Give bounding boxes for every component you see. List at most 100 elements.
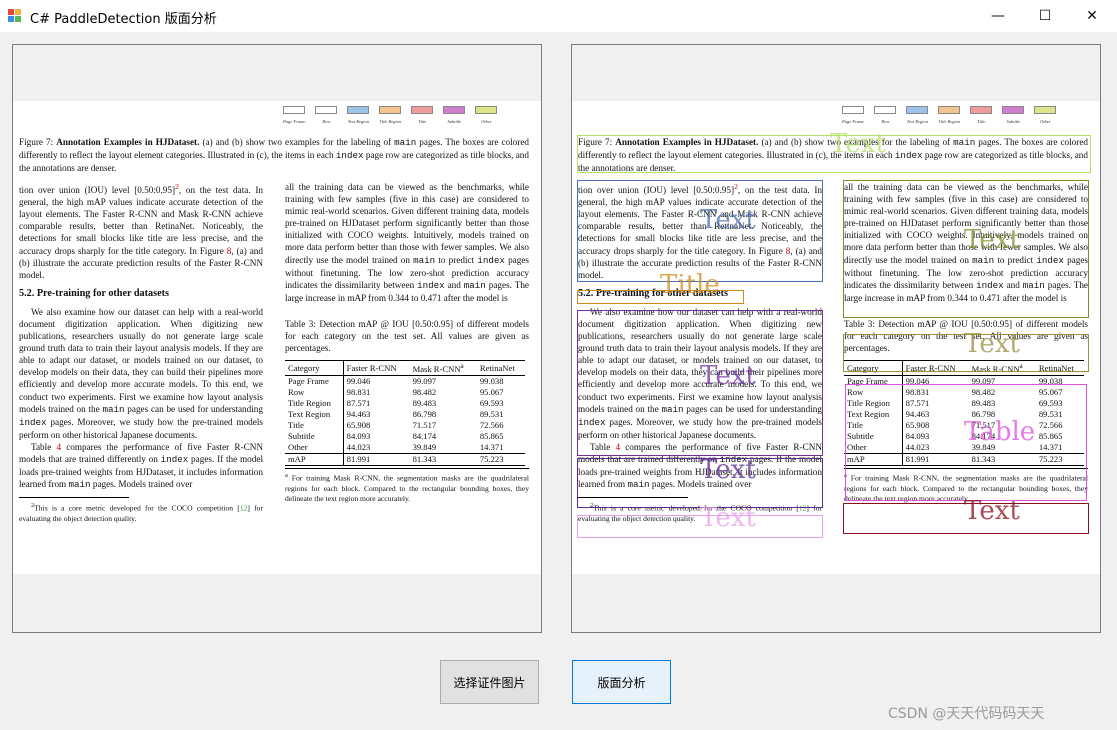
table-row: Subtitle 84.093 84.174 85.865 <box>285 431 525 443</box>
table-row: Text Region 94.463 86.798 89.531 <box>285 409 525 421</box>
legend-item: Other <box>475 106 498 128</box>
legend-swatch <box>411 106 434 114</box>
legend: Page Frame Row Text Region Title Region Titl… <box>842 106 1057 128</box>
legend-item: Title Region <box>379 106 402 128</box>
legend-label: Title <box>977 119 986 124</box>
table-cell: Page Frame <box>285 375 344 388</box>
result-image-box[interactable]: Page Frame Row Text Region Title Region Titl… <box>571 44 1101 633</box>
legend-label: Title Region <box>938 119 961 124</box>
result-doc: Page Frame Row Text Region Title Region Titl… <box>572 101 1100 574</box>
table-cell: 71.517 <box>412 420 437 431</box>
detection-label: Text <box>830 129 886 159</box>
results-table: Category Faster R-CNN Mask R-CNNa RetinaNet… <box>285 360 525 466</box>
legend-item: Other <box>1034 106 1057 128</box>
legend-label: Text Region <box>347 119 369 124</box>
right-column: all the training data can be viewed as t… <box>285 181 529 504</box>
table-cell: Subtitle <box>285 431 344 443</box>
detection-label: Text <box>964 496 1020 526</box>
legend: Page Frame Row Text Region Title Region Titl… <box>283 106 498 128</box>
table-header-cell: Faster R-CNN <box>346 362 397 373</box>
source-document-page: Page Frame Row Text Region Title Region Titl… <box>13 101 541 574</box>
detection-label: Text <box>700 503 756 533</box>
table-caption: Table 3: Detection mAP @ IOU [0.50:0.95]… <box>285 318 529 354</box>
legend-swatch <box>842 106 865 114</box>
table-row: Title Region 87.571 89.483 69.593 <box>285 398 525 410</box>
legend-item: Subtitle <box>1002 106 1025 128</box>
table-cell: 65.908 <box>346 420 371 431</box>
legend-label: Row <box>322 119 331 124</box>
legend-swatch <box>379 106 402 114</box>
table-cell: 81.343 <box>412 454 437 465</box>
select-image-button[interactable]: 选择证件图片 <box>440 660 539 704</box>
footnote: 2This is a core metric developed for the… <box>19 502 263 523</box>
table-map-row: mAP 81.991 81.343 75.223 <box>285 453 525 466</box>
legend-item: Text Region <box>906 106 929 128</box>
table-cell: Row <box>285 387 344 399</box>
legend-item: Page Frame <box>842 106 864 128</box>
watermark: CSDN @天天代码码天天 <box>888 706 1045 722</box>
legend-item: Row <box>315 106 338 128</box>
close-button[interactable]: ✕ <box>1069 0 1115 32</box>
app-icon <box>8 9 22 23</box>
table-cell: mAP <box>285 453 344 466</box>
legend-item: Row <box>874 106 897 128</box>
legend-label: Title Region <box>379 119 402 124</box>
table-cell: 39.849 <box>412 442 437 453</box>
legend-swatch <box>938 106 961 114</box>
table-cell: 94.463 <box>346 409 371 420</box>
detection-label: Text <box>964 225 1020 255</box>
title-bar: C# PaddleDetection 版面分析 — ☐ ✕ <box>0 0 1117 32</box>
table-cell: 85.865 <box>479 431 504 442</box>
table-cell: 84.174 <box>412 431 437 442</box>
section-heading: 5.2. Pre-training for other datasets <box>19 287 169 299</box>
table-cell: 99.097 <box>412 376 437 387</box>
legend-item: Title Region <box>938 106 961 128</box>
legend-label: Subtitle <box>447 119 462 124</box>
table-cell: 14.371 <box>479 442 504 453</box>
analyze-layout-button[interactable]: 版面分析 <box>572 660 671 704</box>
minimize-button[interactable]: — <box>975 0 1021 32</box>
table-row: Row 98.831 98.482 95.067 <box>285 387 525 399</box>
maximize-button[interactable]: ☐ <box>1022 0 1068 32</box>
paragraph: We also examine how our dataset can help… <box>19 306 263 440</box>
table-cell: 98.482 <box>412 387 437 398</box>
figure-caption: Figure 7: Annotation Examples in HJDatas… <box>19 137 530 174</box>
table-cell: 98.831 <box>346 387 371 398</box>
maximize-icon: ☐ <box>1038 8 1052 24</box>
legend-label: Page Frame <box>842 119 865 124</box>
table-cell: 75.223 <box>479 454 504 465</box>
legend-swatch <box>906 106 929 114</box>
legend-label: Subtitle <box>1006 119 1021 124</box>
legend-item: Page Frame <box>283 106 305 128</box>
legend-label: Page Frame <box>283 119 306 124</box>
legend-label: Text Region <box>906 119 928 124</box>
source-image-box[interactable]: Page Frame Row Text Region Title Region Titl… <box>12 44 542 633</box>
legend-item: Text Region <box>347 106 370 128</box>
legend-swatch <box>475 106 498 114</box>
table-row: Title 65.908 71.517 72.566 <box>285 420 525 432</box>
table-cell: 87.571 <box>346 398 371 409</box>
detection-label: Text <box>700 455 756 485</box>
detection-label: Text <box>964 329 1020 359</box>
result-document-page: Page Frame Row Text Region Title Region Titl… <box>572 101 1100 574</box>
table-cell: 99.046 <box>346 376 371 387</box>
table-cell: 84.093 <box>346 431 371 442</box>
legend-swatch <box>347 106 370 114</box>
legend-swatch <box>315 106 338 114</box>
detection-label: Title <box>660 270 720 300</box>
paragraph: Table 4 compares the performance of five… <box>19 441 263 491</box>
table-cell: 89.531 <box>479 409 504 420</box>
table-cell: Other <box>285 442 344 454</box>
table-header-cell: Mask R-CNNa <box>412 362 464 375</box>
table-row: Other 44.023 39.849 14.371 <box>285 442 525 454</box>
close-icon: ✕ <box>1086 8 1098 24</box>
legend-swatch <box>283 106 306 114</box>
detection-label: Text <box>700 205 756 235</box>
table-row: Page Frame 99.046 99.097 99.038 <box>285 375 525 388</box>
table-cell: 72.566 <box>479 420 504 431</box>
left-column: tion over union (IOU) level [0.50:0.95]2… <box>19 181 263 524</box>
legend-label: Other <box>481 119 492 124</box>
table-cell: 95.067 <box>479 387 504 398</box>
legend-item: Subtitle <box>443 106 466 128</box>
legend-item: Title <box>970 106 993 128</box>
